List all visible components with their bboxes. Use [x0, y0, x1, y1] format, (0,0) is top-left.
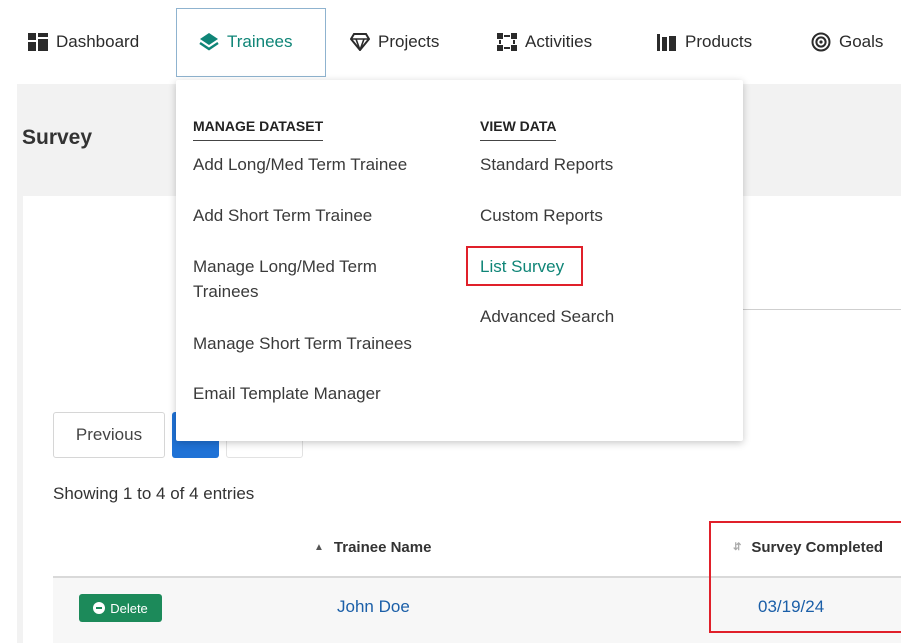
trainees-diamond-icon — [199, 32, 219, 52]
nav-label-products: Products — [685, 32, 753, 51]
menu-item-add-long-med-term-trainee[interactable]: Add Long/Med Term Trainee — [193, 152, 463, 177]
trainees-dropdown-menu: MANAGE DATASET VIEW DATA Add Long/Med Te… — [176, 80, 743, 441]
column-header-trainee-name[interactable]: ▲ Trainee Name — [314, 539, 431, 556]
page-title: Survey — [22, 126, 93, 149]
menu-item-email-template-manager[interactable]: Email Template Manager — [193, 381, 463, 406]
menu-item-manage-short-term-trainees[interactable]: Manage Short Term Trainees — [193, 331, 473, 356]
nav-item-projects[interactable]: Projects — [350, 0, 439, 84]
nav-label-projects: Projects — [378, 32, 440, 51]
nav-item-dashboard[interactable]: Dashboard — [28, 0, 139, 84]
nav-item-goals[interactable]: Goals — [811, 0, 883, 84]
column-header-label: Trainee Name — [333, 539, 432, 556]
menu-item-add-short-term-trainee[interactable]: Add Short Term Trainee — [193, 203, 463, 228]
products-books-icon — [657, 32, 677, 52]
nav-item-products[interactable]: Products — [657, 0, 752, 84]
menu-item-manage-long-med-term-trainees[interactable]: Manage Long/Med Term Trainees — [193, 254, 433, 304]
activities-icon — [497, 32, 517, 52]
delete-button[interactable]: Delete — [79, 594, 162, 622]
section-divider — [743, 309, 901, 310]
manage-dataset-heading: MANAGE DATASET — [193, 118, 324, 141]
nav-item-activities[interactable]: Activities — [497, 0, 592, 84]
sort-ascending-icon: ▲ — [314, 542, 324, 553]
goals-target-icon — [811, 32, 831, 52]
menu-item-standard-reports[interactable]: Standard Reports — [480, 152, 720, 177]
nav-label-goals: Goals — [839, 32, 884, 51]
view-data-heading: VIEW DATA — [480, 118, 557, 141]
dashboard-icon — [28, 32, 48, 52]
menu-item-advanced-search[interactable]: Advanced Search — [480, 304, 720, 329]
pagination-previous-button[interactable]: Previous — [53, 412, 165, 458]
nav-label-trainees: Trainees — [227, 32, 293, 51]
nav-label-activities: Activities — [525, 32, 593, 51]
list-survey-highlight — [466, 246, 583, 286]
survey-completed-highlight — [709, 521, 901, 633]
nav-label-dashboard: Dashboard — [56, 32, 140, 51]
delete-button-label: Delete — [110, 600, 148, 616]
trainee-name-link[interactable]: John Doe — [337, 597, 410, 617]
projects-gem-icon — [350, 32, 370, 52]
entries-info: Showing 1 to 4 of 4 entries — [53, 484, 255, 503]
minus-circle-icon — [93, 602, 106, 614]
nav-item-trainees[interactable]: Trainees — [199, 0, 293, 84]
top-navigation: Dashboard Trainees Projects Activities P… — [0, 0, 901, 84]
menu-item-custom-reports[interactable]: Custom Reports — [480, 203, 720, 228]
